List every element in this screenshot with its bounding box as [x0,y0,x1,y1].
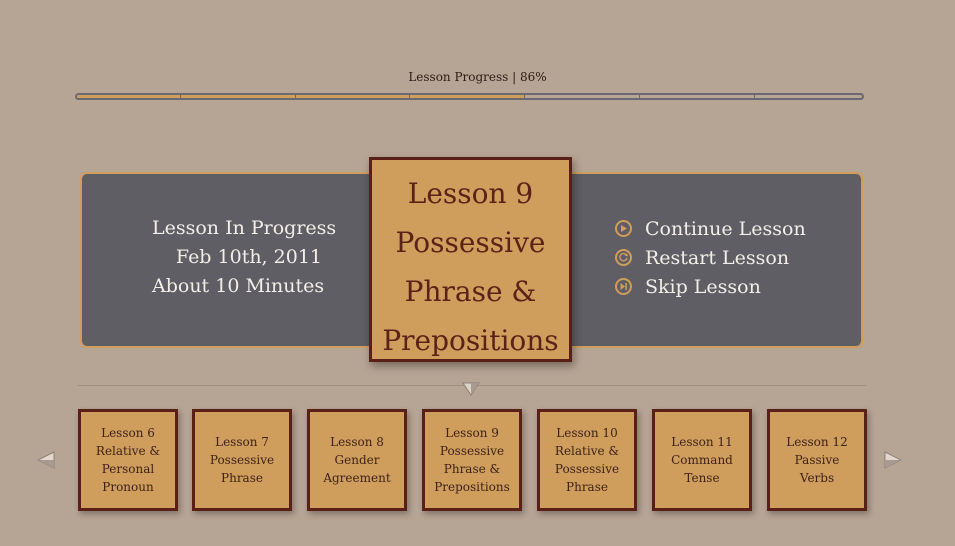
lesson-title-line: Relative & [95,444,161,458]
lesson-title-line: Gender [334,453,380,467]
status-text: Lesson In Progress [152,217,337,239]
arrow-left-icon[interactable] [37,451,55,469]
skip-icon [615,278,632,295]
lesson-title-line: Passive [794,453,840,467]
lesson-card-label: Lesson 6 Relative & Personal Pronoun [81,424,175,496]
lesson-title-line: Agreement [323,471,391,485]
lesson-title-line: Phrase [221,471,263,485]
lesson-card-label: Lesson 8 Gender Agreement [310,433,404,487]
lesson-title-line: Relative & [554,444,620,458]
lesson-card[interactable]: Lesson 6 Relative & Personal Pronoun [78,409,178,511]
lesson-number: Lesson 9 [445,426,499,440]
lesson-number: Lesson 6 [101,426,155,440]
lesson-card[interactable]: Lesson 12 Passive Verbs [767,409,867,511]
status-date: Feb 10th, 2011 [175,246,322,268]
lesson-title-line: Verbs [799,471,835,485]
lesson-title-line: Tense [684,471,720,485]
progress-segment [754,95,755,98]
featured-lesson-title-line: Phrase & [404,275,537,308]
progress-segment [295,95,296,98]
lesson-number: Lesson 10 [556,426,618,440]
progress-segment [524,95,525,98]
progress-label: Lesson Progress | 86% [408,70,547,84]
lesson-title-line: Phrase [566,480,608,494]
restart-icon [615,249,632,266]
lesson-number: Lesson 7 [215,435,269,449]
restart-lesson-label: Restart Lesson [645,246,790,269]
featured-lesson-title-line: Prepositions [382,324,559,357]
progress-bar [75,93,864,100]
lesson-number: Lesson 11 [671,435,733,449]
selected-lesson-pointer-icon [462,382,480,396]
restart-lesson-button[interactable]: Restart Lesson [615,243,806,272]
status-duration: About 10 Minutes [152,275,325,297]
lesson-card[interactable]: Lesson 7 Possessive Phrase [192,409,292,511]
lesson-card[interactable]: Lesson 11 Command Tense [652,409,752,511]
progress-segment [409,95,410,98]
lesson-card-label: Lesson 11 Command Tense [655,433,749,487]
lesson-title-line: Command [671,453,733,467]
lesson-status: Lesson In Progress Feb 10th, 2011 About … [152,214,337,301]
lesson-card-label: Lesson 7 Possessive Phrase [195,433,289,487]
arrow-right-icon[interactable] [884,451,902,469]
skip-lesson-label: Skip Lesson [645,275,761,298]
lesson-title-line: Possessive [209,453,275,467]
lesson-card-label: Lesson 12 Passive Verbs [770,433,864,487]
continue-lesson-label: Continue Lesson [645,217,806,240]
lesson-title-line: Possessive [439,444,505,458]
featured-lesson-card: Lesson 9 Possessive Phrase & Preposition… [369,157,572,362]
continue-lesson-button[interactable]: Continue Lesson [615,214,806,243]
lesson-card[interactable]: Lesson 9 Possessive Phrase & Prepositions [422,409,522,511]
lesson-card-label: Lesson 9 Possessive Phrase & Prepositions [425,424,519,496]
featured-lesson-title-line: Possessive [395,226,546,259]
lesson-card[interactable]: Lesson 10 Relative & Possessive Phrase [537,409,637,511]
featured-lesson-number: Lesson 9 [407,177,534,210]
skip-lesson-button[interactable]: Skip Lesson [615,272,806,301]
lesson-title-line: Phrase & [443,462,501,476]
progress-segment [639,95,640,98]
lesson-title-line: Prepositions [434,480,510,494]
play-icon [615,220,632,237]
lesson-actions: Continue Lesson Restart Lesson Skip Less… [615,214,806,301]
lesson-card-label: Lesson 10 Relative & Possessive Phrase [540,424,634,496]
lesson-card[interactable]: Lesson 8 Gender Agreement [307,409,407,511]
lesson-title-line: Possessive [554,462,620,476]
lesson-title-line: Personal [101,462,155,476]
progress-fill [77,95,525,98]
lesson-number: Lesson 8 [330,435,384,449]
lesson-title-line: Pronoun [102,480,154,494]
progress-segment [180,95,181,98]
lesson-number: Lesson 12 [786,435,848,449]
